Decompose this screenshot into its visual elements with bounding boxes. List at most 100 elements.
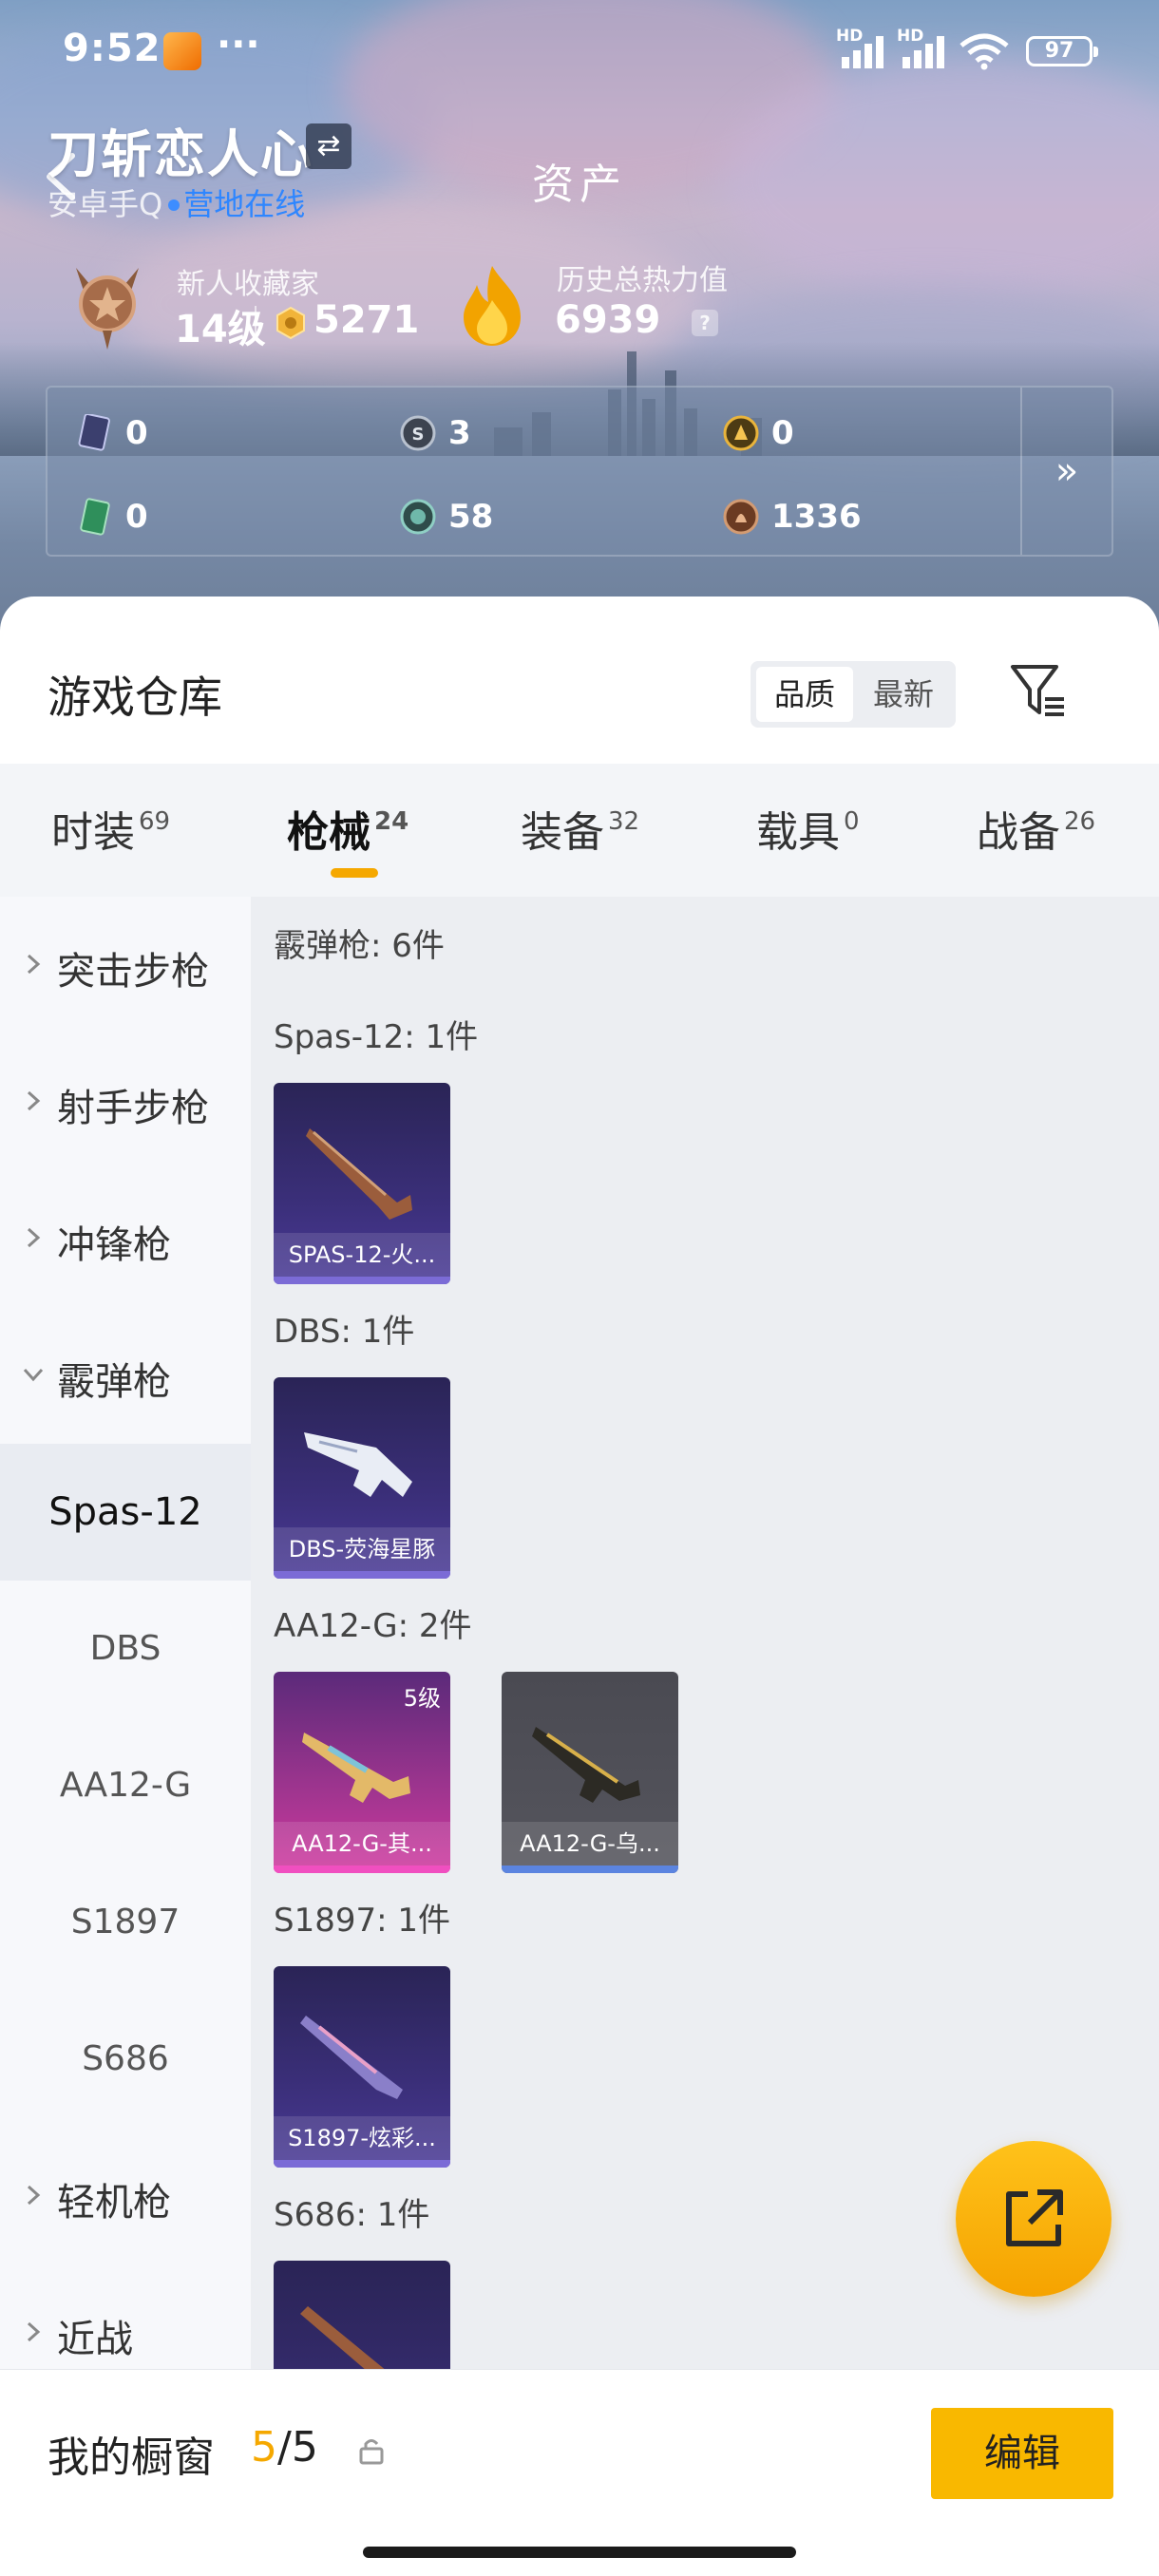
sidebar-subitem-dbs[interactable]: DBS: [0, 1581, 251, 1717]
share-out-icon: [1006, 2189, 1063, 2246]
tab-label: 装备: [521, 808, 604, 857]
teal-gem-icon: [400, 499, 436, 535]
lock-icon: [359, 2439, 384, 2465]
status-bar: 9:52 ··· HD HD 97: [0, 0, 1159, 104]
player-level: 14级: [175, 308, 266, 351]
asset-value: 58: [448, 498, 494, 536]
group-title-spas12: Spas-12: 1件: [274, 1018, 479, 1056]
sidebar-item-smg[interactable]: 冲锋枪: [0, 1170, 251, 1307]
expand-assets-icon[interactable]: »: [1020, 388, 1112, 555]
weapon-card-spas12[interactable]: SPAS-12-火...: [274, 1083, 450, 1284]
chevron-right-icon: [27, 954, 41, 975]
share-button[interactable]: [956, 2141, 1112, 2297]
sidebar-item-marksman-rifle[interactable]: 射手步枪: [0, 1033, 251, 1170]
rank-medal-icon: [76, 268, 139, 350]
sort-newest-button[interactable]: 最新: [855, 667, 952, 722]
shotgun-icon: [306, 1128, 412, 1220]
heat-title: 历史总热力值: [557, 264, 728, 297]
sort-quality-button[interactable]: 品质: [756, 667, 853, 722]
bronze-coin-icon: [723, 499, 759, 535]
group-title-aa12g: AA12-G: 2件: [274, 1607, 472, 1645]
sidebar-subitem-s686[interactable]: S686: [0, 1991, 251, 2128]
sidebar-item-label: 霰弹枪: [57, 1360, 171, 1404]
group-title-dbs: DBS: 1件: [274, 1313, 415, 1351]
sidebar-item-shotgun[interactable]: 霰弹枪: [0, 1307, 251, 1444]
active-tab-indicator: [331, 868, 378, 878]
rarity-bar: [274, 1866, 450, 1873]
weapon-name: AA12-G-乌...: [502, 1822, 678, 1866]
gold-token-icon: [723, 415, 759, 451]
app-notification-icon: [163, 32, 201, 70]
sidebar-item-label: 近战: [57, 2318, 133, 2361]
shotgun-icon: [302, 1733, 410, 1803]
tab-count: 24: [374, 807, 409, 836]
tab-label: 战备: [977, 808, 1060, 857]
asset-panel[interactable]: 0 S 3 0 0 58 1336 »: [46, 386, 1113, 557]
rarity-bar: [274, 1277, 450, 1284]
status-time: 9:52: [63, 27, 162, 70]
weapon-name: SPAS-12-火...: [274, 1233, 450, 1277]
weapon-card-aa12g-1[interactable]: 5级 AA12-G-其...: [274, 1672, 450, 1873]
showcase-bar: 我的橱窗 5/5 编辑: [0, 2369, 1159, 2576]
rank-title: 新人收藏家: [177, 268, 319, 301]
tab-fashion[interactable]: 时装 69: [51, 798, 170, 859]
weapon-name: DBS-荧海星豚: [274, 1527, 450, 1571]
sidebar-item-label: 射手步枪: [57, 1087, 209, 1130]
chevron-right-icon: [27, 1227, 41, 1248]
sidebar-subitem-spas12[interactable]: Spas-12: [0, 1444, 251, 1581]
filter-icon[interactable]: [1009, 663, 1068, 720]
weapon-category-sidebar: 突击步枪 射手步枪 冲锋枪 霰弹枪 Spas-12 DBS AA12-G S18…: [0, 897, 251, 2373]
sidebar-item-label: 突击步枪: [57, 950, 209, 994]
tab-count: 26: [1064, 807, 1096, 836]
tab-firearms[interactable]: 枪械 24: [287, 798, 408, 859]
tab-count: 69: [139, 807, 171, 836]
showcase-label: 我的橱窗: [48, 2434, 215, 2482]
help-icon[interactable]: ?: [692, 310, 718, 336]
tab-label: 载具: [756, 808, 840, 857]
battery-indicator: 97: [1026, 36, 1098, 66]
asset-value: 0: [125, 414, 148, 452]
silver-coin-icon: S: [400, 415, 436, 451]
rarity-bar: [274, 2160, 450, 2168]
tab-label: 枪械: [287, 808, 370, 857]
weapon-card-dbs[interactable]: DBS-荧海星豚: [274, 1377, 450, 1579]
sidebar-item-assault-rifle[interactable]: 突击步枪: [0, 897, 251, 1033]
showcase-count: 5/5: [251, 2423, 318, 2472]
sidebar-item-melee[interactable]: 近战: [0, 2264, 251, 2373]
sidebar-subitem-aa12g[interactable]: AA12-G: [0, 1717, 251, 1854]
green-ticket-icon: [80, 498, 110, 536]
sidebar-item-lmg[interactable]: 轻机枪: [0, 2128, 251, 2264]
chevron-right-icon: [27, 1090, 41, 1111]
tab-count: 32: [608, 807, 640, 836]
weapon-name: S1897-炫彩...: [274, 2116, 450, 2160]
weapon-card-aa12g-2[interactable]: AA12-G-乌...: [502, 1672, 678, 1873]
shotgun-icon: [300, 2306, 390, 2373]
signal-icon: [842, 36, 884, 68]
sidebar-item-label: 冲锋枪: [57, 1223, 171, 1267]
svg-text:S: S: [412, 425, 425, 445]
more-notifications-icon: ···: [217, 23, 260, 66]
heat-flame-icon: [464, 266, 521, 346]
tab-vehicles[interactable]: 载具 0: [756, 798, 860, 859]
group-title-s1897: S1897: 1件: [274, 1902, 451, 1940]
showcase-current: 5: [251, 2423, 277, 2472]
tab-equipment[interactable]: 装备 32: [521, 798, 639, 859]
collector-points: 5271: [314, 298, 420, 342]
sidebar-item-label: 轻机枪: [57, 2181, 171, 2225]
wifi-icon: [960, 33, 1009, 70]
weapon-name: AA12-G-其...: [274, 1822, 450, 1866]
tab-supplies[interactable]: 战备 26: [977, 798, 1095, 859]
asset-value: 0: [125, 498, 148, 536]
assets-page: 9:52 ··· HD HD 97 刀斩恋人心 ⇄ 安卓手Q 营地在线 资产 新…: [0, 0, 1159, 2576]
home-indicator[interactable]: [363, 2547, 796, 2558]
signal-icon-2: [902, 36, 944, 68]
edit-button[interactable]: 编辑: [931, 2408, 1113, 2499]
weapon-card-s1897[interactable]: S1897-炫彩...: [274, 1966, 450, 2168]
page-title: 资产: [532, 161, 627, 209]
shotgun-icon: [300, 2016, 403, 2099]
shotgun-icon: [304, 1432, 412, 1497]
chevron-down-icon: [23, 1368, 44, 1382]
asset-value: 1336: [771, 498, 862, 536]
weapon-card-s686[interactable]: [274, 2261, 450, 2373]
sidebar-subitem-s1897[interactable]: S1897: [0, 1854, 251, 1991]
